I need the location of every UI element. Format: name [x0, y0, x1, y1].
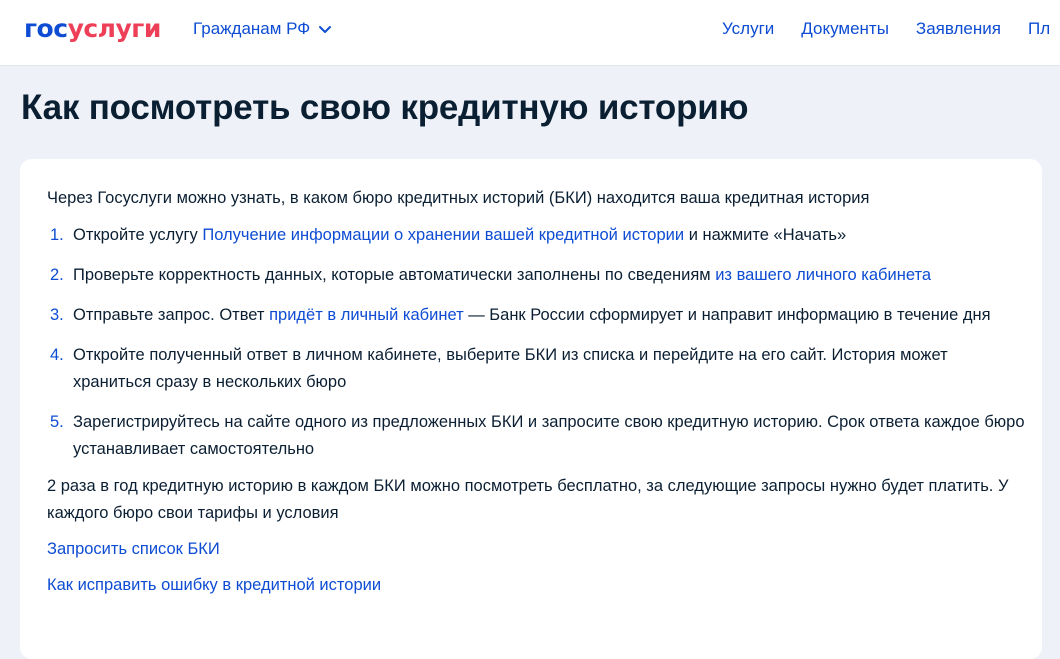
step-number: 4. — [50, 346, 64, 364]
step-text: Откройте услугу — [73, 226, 203, 244]
step-text: Откройте полученный ответ в личном кабин… — [73, 346, 948, 391]
list-item: 1. Откройте услугу Получение информации … — [47, 222, 1027, 249]
step-number: 5. — [50, 413, 64, 431]
chevron-down-icon — [319, 25, 332, 33]
intro-text: Через Госуслуги можно узнать, в каком бю… — [47, 189, 870, 207]
region-selector[interactable]: Гражданам РФ — [193, 18, 332, 40]
step-number: 2. — [50, 266, 64, 284]
nav-item-applications[interactable]: Заявления — [916, 18, 1001, 40]
step-text: Отправьте запрос. Ответ — [73, 306, 270, 324]
step-number: 3. — [50, 306, 64, 324]
service-link[interactable]: Получение информации о хранении вашей кр… — [202, 226, 684, 244]
list-item: 4. Откройте полученный ответ в личном ка… — [47, 342, 1027, 396]
list-item: 5. Зарегистрируйтесь на сайте одного из … — [47, 409, 1027, 463]
list-item: 3. Отправьте запрос. Ответ придёт в личн… — [47, 302, 1027, 329]
site-header: госуслуги Гражданам РФ Услуги Документы … — [0, 0, 1060, 66]
logo-part-uslugi: услуги — [67, 14, 162, 43]
list-item: 2. Проверьте корректность данных, которы… — [47, 262, 1027, 289]
step-number: 1. — [50, 226, 64, 244]
step-text: — Банк России сформирует и направит инфо… — [463, 306, 991, 324]
pricing-note: 2 раза в год кредитную историю в каждом … — [47, 477, 1009, 522]
nav-item-documents[interactable]: Документы — [801, 18, 889, 40]
personal-account-link[interactable]: из вашего личного кабинета — [715, 266, 931, 284]
nav-item-payments[interactable]: Пл — [1028, 18, 1050, 40]
step-text: Проверьте корректность данных, которые а… — [73, 266, 716, 284]
bottom-links: Запросить список БКИ Как исправить ошибк… — [47, 536, 1027, 599]
step-text: Зарегистрируйтесь на сайте одного из пре… — [73, 413, 1025, 458]
steps-list: 1. Откройте услугу Получение информации … — [47, 222, 1027, 463]
request-bki-list-link[interactable]: Запросить список БКИ — [47, 536, 1027, 563]
gosuslugi-logo[interactable]: госуслуги — [24, 14, 161, 44]
page-title: Как посмотреть свою кредитную историю — [21, 88, 749, 127]
top-nav: Услуги Документы Заявления Пл — [722, 18, 1050, 40]
inbox-link[interactable]: придёт в личный кабинет — [269, 306, 464, 324]
step-text: и нажмите «Начать» — [684, 226, 847, 244]
nav-item-services[interactable]: Услуги — [722, 18, 774, 40]
logo-part-gos: гос — [24, 14, 68, 43]
instruction-card: Через Госуслуги можно узнать, в каком бю… — [20, 159, 1042, 659]
fix-error-link[interactable]: Как исправить ошибку в кредитной истории — [47, 572, 1027, 599]
region-label: Гражданам РФ — [193, 19, 311, 38]
